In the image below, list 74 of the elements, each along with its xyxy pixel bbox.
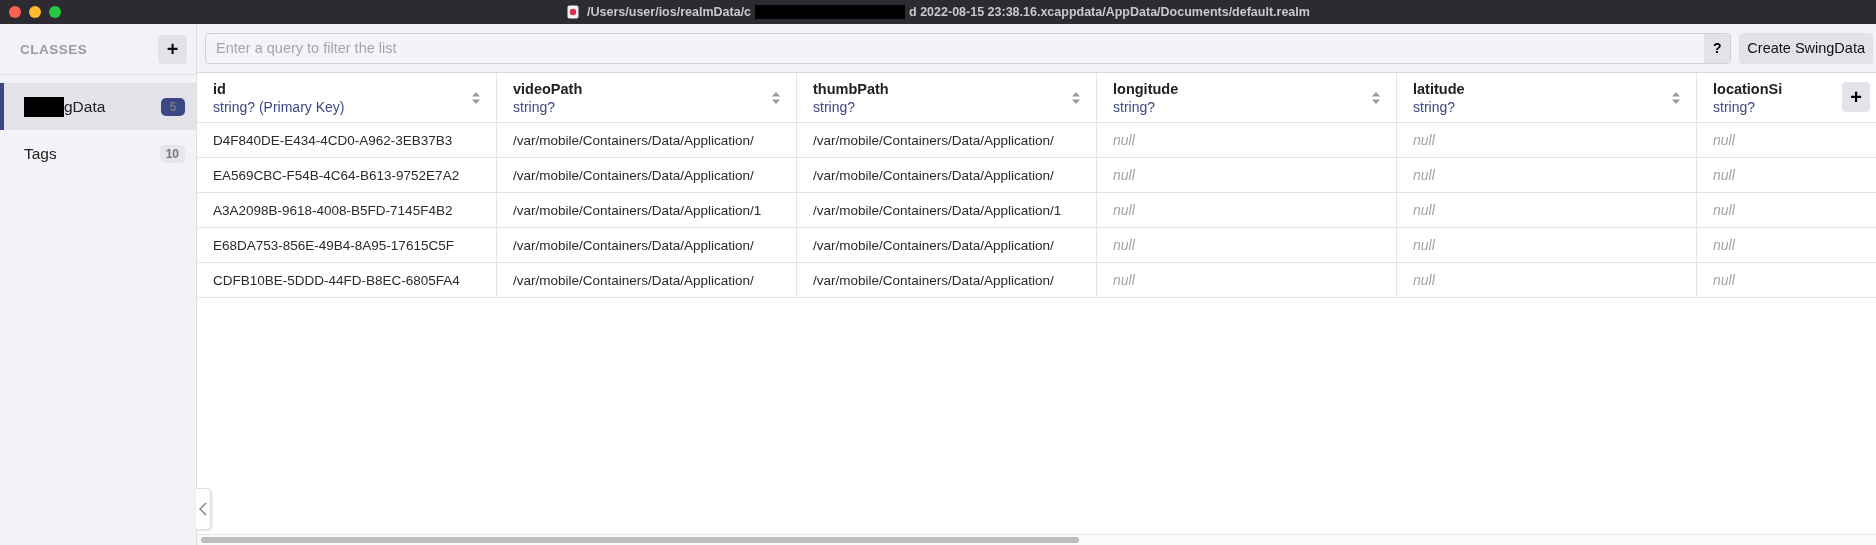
table-cell: null	[1113, 202, 1135, 218]
table-cell: CDFB10BE-5DDD-44FD-B8EC-6805FA4	[213, 272, 460, 288]
count-badge: 5	[161, 97, 185, 116]
class-name: gData	[64, 97, 106, 116]
column-header[interactable]: latitude string?	[1397, 73, 1697, 123]
column-type: string?	[813, 98, 857, 115]
class-item[interactable]: Tags 10	[0, 130, 196, 177]
minimize-button[interactable]	[29, 6, 41, 18]
table-cell: /var/mobile/Containers/Data/Application/	[513, 237, 754, 253]
sort-icon[interactable]	[1672, 91, 1680, 104]
add-class-button[interactable]: +	[158, 34, 187, 64]
table-cell: /var/mobile/Containers/Data/Application/1	[813, 202, 1062, 218]
sort-icon[interactable]	[772, 91, 780, 104]
column-type: string?	[1413, 98, 1457, 115]
column-type: string?	[513, 98, 557, 115]
table-cell: null	[1413, 132, 1435, 148]
class-item[interactable]: gData 5	[0, 83, 196, 130]
column-name: latitude	[1413, 80, 1465, 97]
column-name: thumbPath	[813, 80, 889, 97]
sort-icon[interactable]	[472, 91, 480, 104]
table-cell: null	[1413, 167, 1435, 183]
table-cell: null	[1713, 237, 1735, 253]
column-name: longitude	[1113, 80, 1179, 97]
table-cell: null	[1113, 167, 1135, 183]
column-name: locationSi	[1713, 80, 1783, 97]
table-cell: null	[1113, 132, 1135, 148]
table-cell: null	[1413, 272, 1435, 288]
zoom-button[interactable]	[49, 6, 61, 18]
table-cell: /var/mobile/Containers/Data/Application/	[513, 167, 754, 183]
collapse-tab[interactable]	[196, 488, 211, 530]
window-title: d 2022-08-15 23:38.16.xcappdata/AppData/Documents/default.realm	[909, 5, 1310, 19]
table-cell: E68DA753-856E-49B4-8A95-17615C5F	[213, 237, 454, 253]
table-cell: null	[1713, 272, 1735, 288]
table-cell: /var/mobile/Containers/Data/Application/	[813, 167, 1054, 183]
table-cell: A3A2098B-9618-4008-B5FD-7145F4B2	[213, 202, 453, 218]
chevron-left-icon	[199, 502, 207, 516]
table-cell: /var/mobile/Containers/Data/Application/	[813, 272, 1054, 288]
table-cell: null	[1713, 202, 1735, 218]
add-column-button[interactable]: +	[1842, 82, 1870, 112]
sidebar-heading: CLASSES	[20, 41, 88, 57]
help-button[interactable]: ?	[1704, 33, 1731, 63]
table-cell: null	[1713, 132, 1735, 148]
column-type: string? (Primary Key)	[213, 98, 345, 115]
class-name: Tags	[24, 144, 57, 163]
sort-icon[interactable]	[1372, 91, 1380, 104]
window-title: /Users/user/ios/realmData/c	[587, 5, 752, 19]
horizontal-scrollbar[interactable]	[197, 534, 1876, 545]
search-field[interactable]: Enter a query to filter the list ?	[205, 32, 1732, 64]
table-cell: null	[1413, 237, 1435, 253]
sort-icon[interactable]	[1072, 91, 1080, 104]
table-cell: null	[1713, 167, 1735, 183]
table-cell: /var/mobile/Containers/Data/Application/	[813, 132, 1054, 148]
column-header[interactable]: id string? (Primary Key)	[197, 73, 497, 123]
table-cell: /var/mobile/Containers/Data/Application/1	[513, 202, 762, 218]
column-name: videoPath	[513, 80, 583, 97]
table-cell: null	[1113, 237, 1135, 253]
table-cell: null	[1113, 272, 1135, 288]
table-cell: D4F840DE-E434-4CD0-A962-3EB37B3	[213, 132, 453, 148]
column-header[interactable]: videoPath string?	[497, 73, 797, 123]
count-badge: 10	[159, 144, 185, 163]
table-cell: /var/mobile/Containers/Data/Application/	[813, 237, 1054, 253]
column-name: id	[213, 80, 227, 97]
column-type: string?	[1113, 98, 1157, 115]
column-header[interactable]: longitude string?	[1097, 73, 1397, 123]
column-type: string?	[1713, 98, 1757, 115]
table-cell: /var/mobile/Containers/Data/Application/	[513, 272, 754, 288]
column-header[interactable]: thumbPath string?	[797, 73, 1097, 123]
table-cell: /var/mobile/Containers/Data/Application/	[513, 132, 754, 148]
redaction-bar	[24, 96, 64, 117]
table-cell: null	[1413, 202, 1435, 218]
table-cell: EA569CBC-F54B-4C64-B613-9752E7A2	[213, 167, 460, 183]
close-button[interactable]	[9, 6, 21, 18]
file-icon	[567, 5, 580, 19]
create-button[interactable]: Create SwingData	[1739, 32, 1873, 64]
